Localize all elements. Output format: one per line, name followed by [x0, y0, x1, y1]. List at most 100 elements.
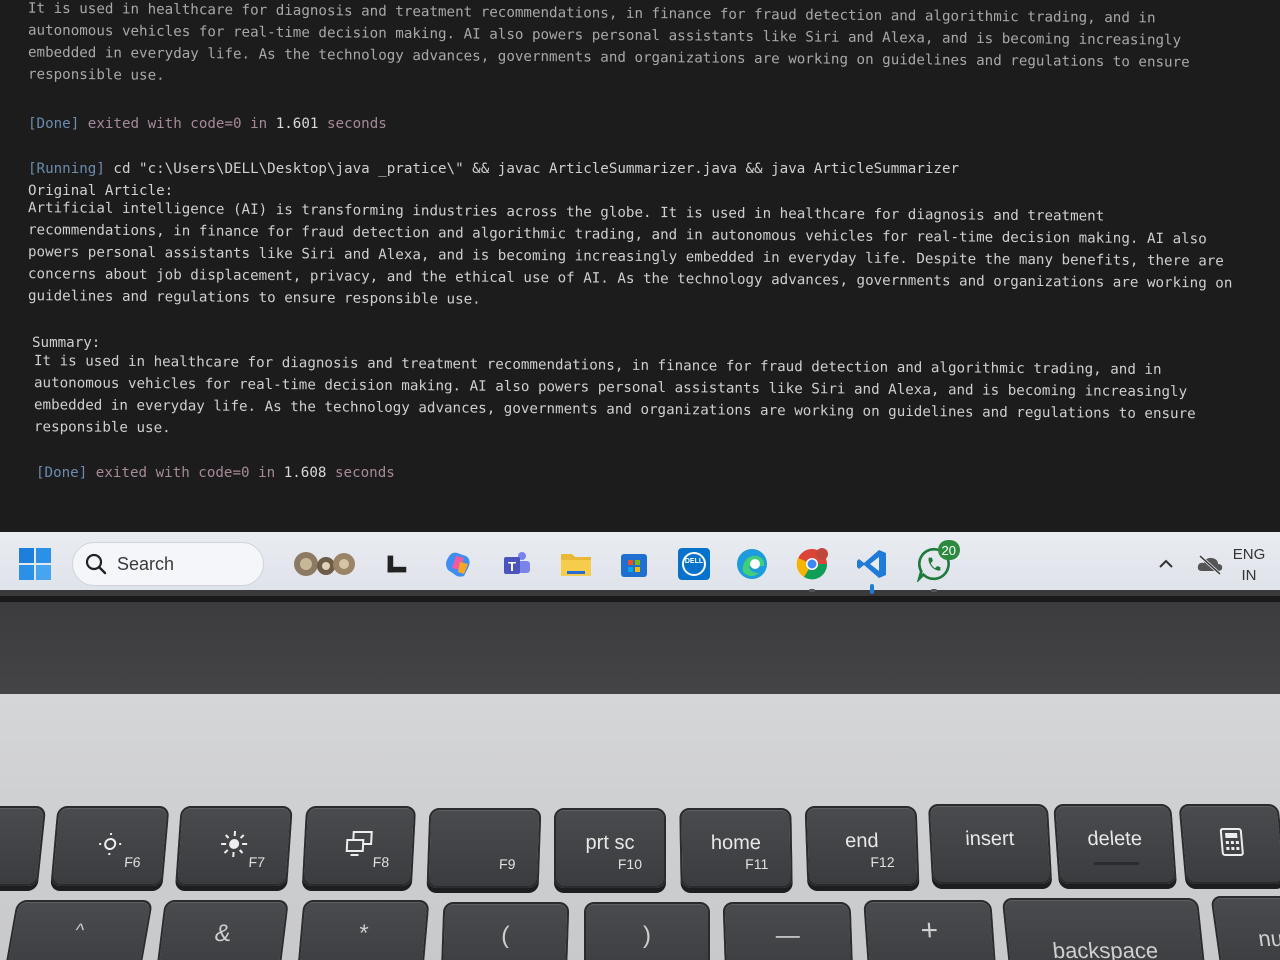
task-view-button[interactable] — [376, 544, 416, 584]
cloud-offline-icon — [1197, 554, 1223, 576]
key-label: nu — [1256, 926, 1280, 951]
exit-unit: seconds — [326, 116, 387, 132]
output-panel[interactable]: It is used in healthcare for diagnosis a… — [0, 0, 1280, 532]
running-tag: [Running] — [28, 161, 105, 177]
windows-taskbar: Search T DELL 20 ENG IN — [0, 532, 1280, 596]
key-label: delete — [1086, 828, 1143, 850]
key-label: + — [919, 914, 940, 947]
display-switch-icon — [305, 828, 413, 860]
running-line: [Running] cd "c:\Users\DELL\Desktop\java… — [28, 158, 1268, 180]
done-line-1: [Done] exited with code=0 in 1.601 secon… — [28, 113, 1268, 135]
fn-label: F7 — [247, 854, 266, 870]
brightness-down-icon — [55, 828, 166, 860]
key-7[interactable]: & — [155, 900, 289, 960]
key-equals[interactable]: + — [863, 900, 997, 960]
vscode-button[interactable] — [852, 544, 892, 594]
vscode-icon — [857, 550, 886, 578]
language-code: ENG — [1232, 546, 1266, 563]
show-hidden-icons-button[interactable] — [1154, 552, 1178, 576]
key-label: ) — [643, 922, 651, 949]
exit-time: 1.608 — [283, 465, 327, 481]
key-6[interactable]: ^ — [2, 900, 154, 960]
key-label: * — [357, 920, 370, 947]
running-indicator — [931, 589, 937, 592]
task-view-icon — [387, 555, 407, 573]
fn-label: F10 — [617, 856, 642, 872]
key-label: ( — [500, 922, 510, 949]
teams-button[interactable]: T — [496, 544, 536, 584]
file-explorer-button[interactable] — [556, 544, 596, 584]
store-icon — [621, 554, 647, 577]
key-calculator[interactable] — [1178, 804, 1280, 884]
widgets-button[interactable] — [292, 544, 358, 584]
brightness-up-icon — [179, 828, 289, 860]
active-indicator — [870, 584, 874, 594]
key-minus[interactable]: — — [722, 902, 854, 960]
chevron-up-icon — [1159, 559, 1173, 568]
exit-time: 1.601 — [275, 116, 319, 132]
done-tag: [Done] — [28, 116, 80, 132]
key-label: home — [710, 832, 762, 854]
key-numlock[interactable]: nu — [1210, 896, 1280, 960]
key-label: prt sc — [585, 832, 635, 854]
windows-logo-icon — [19, 548, 51, 580]
input-language-indicator[interactable]: ENG IN — [1228, 544, 1270, 586]
region-code: IN — [1241, 567, 1257, 584]
notification-badge: 20 — [937, 540, 960, 560]
key-label: end — [844, 830, 879, 852]
done-line-2: [Done] exited with code=0 in 1.608 secon… — [36, 462, 1276, 484]
key-0[interactable]: ) — [584, 902, 710, 960]
key-8[interactable]: * — [296, 900, 430, 960]
copilot-icon — [446, 552, 470, 577]
fn-label: F6 — [123, 854, 142, 870]
running-indicator — [809, 589, 815, 592]
teams-icon: T — [504, 552, 530, 574]
key-label: ^ — [73, 920, 86, 940]
key-9[interactable]: ( — [440, 902, 570, 960]
microsoft-store-button[interactable] — [614, 544, 654, 584]
onedrive-tray-button[interactable] — [1196, 552, 1224, 576]
fn-label: F9 — [498, 856, 516, 872]
key-label: backspace — [1051, 938, 1160, 960]
exit-text: exited with code=0 in — [95, 465, 276, 481]
svg-text:T: T — [508, 559, 516, 574]
key-insert[interactable]: insert — [927, 804, 1053, 884]
key-f7[interactable]: F7 — [175, 806, 293, 886]
screen-bezel — [0, 602, 1280, 694]
chrome-icon — [796, 548, 828, 580]
key-indicator — [1093, 862, 1140, 865]
key-f9[interactable]: F9 — [426, 808, 542, 888]
key-label: & — [213, 920, 233, 947]
key-f11[interactable]: home F11 — [679, 808, 793, 888]
key-backspace[interactable]: backspace — [1001, 898, 1207, 960]
widgets-icon — [294, 552, 355, 576]
chrome-button[interactable] — [792, 544, 832, 592]
copilot-button[interactable] — [438, 544, 478, 584]
key-f8[interactable]: F8 — [301, 806, 417, 886]
fn-label: F11 — [745, 856, 769, 872]
key-f6[interactable]: F6 — [50, 806, 170, 886]
dell-label: DELL — [684, 558, 704, 565]
exit-text: exited with code=0 in — [87, 116, 268, 132]
key-delete[interactable]: delete — [1053, 804, 1177, 884]
key-f10[interactable]: prt sc F10 — [554, 808, 666, 888]
search-label: Search — [117, 553, 175, 574]
fn-label: F8 — [372, 854, 390, 870]
summary-block: It is used in healthcare for diagnosis a… — [34, 350, 1274, 448]
folder-icon — [561, 554, 591, 576]
key-f12[interactable]: end F12 — [804, 806, 920, 886]
edge-button[interactable] — [732, 544, 772, 584]
previous-summary-block: It is used in healthcare for diagnosis a… — [28, 0, 1268, 96]
taskbar-search[interactable]: Search — [72, 542, 264, 586]
done-tag: [Done] — [36, 465, 88, 481]
fn-label: F12 — [870, 854, 895, 870]
original-article-block: Artificial intelligence (AI) is transfor… — [28, 197, 1268, 317]
start-button[interactable] — [16, 546, 54, 582]
exit-unit: seconds — [334, 465, 395, 481]
dell-button[interactable]: DELL — [674, 544, 714, 584]
key-label: — — [775, 922, 801, 949]
whatsapp-button[interactable]: 20 — [914, 540, 960, 592]
calculator-icon — [1182, 826, 1280, 858]
search-icon — [85, 553, 107, 575]
run-command: cd "c:\Users\DELL\Desktop\java _pratice\… — [113, 161, 960, 177]
